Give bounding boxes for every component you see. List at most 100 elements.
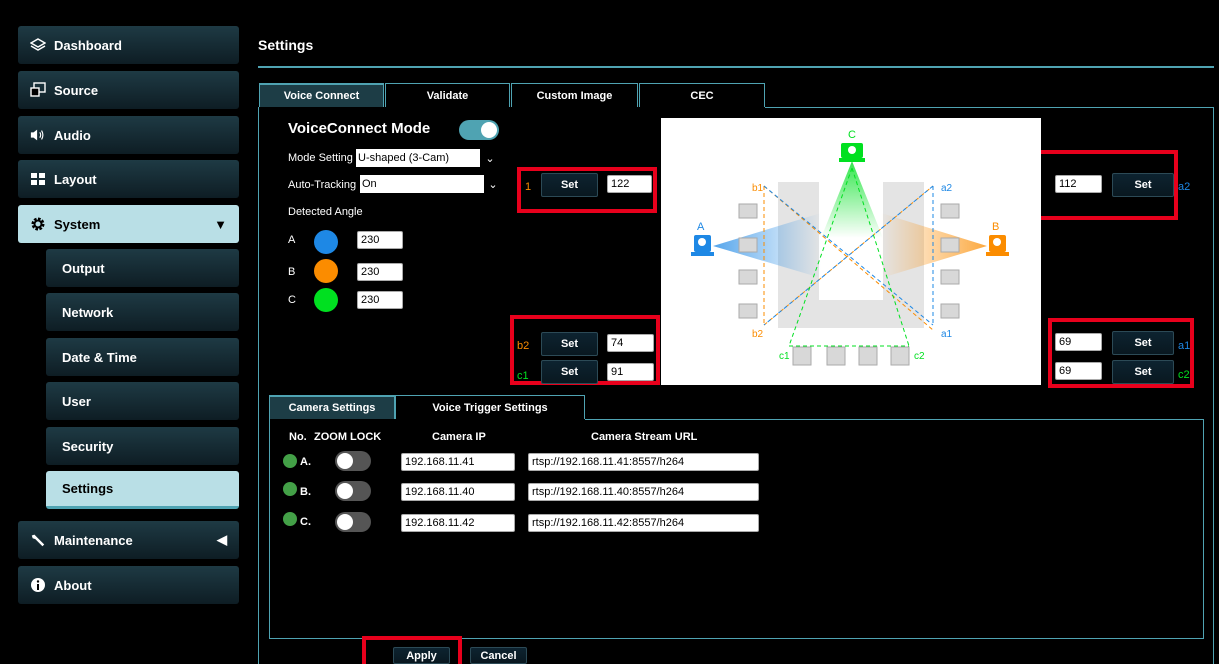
room-diagram: C A B b1 a2 b2 a1 c1 c2 — [661, 118, 1041, 385]
tab-validate[interactable]: Validate — [385, 83, 510, 107]
angle-a-input[interactable]: 230 — [357, 231, 403, 249]
apply-button[interactable]: Apply — [393, 647, 450, 664]
nav-system[interactable]: System ▼ — [18, 205, 239, 243]
camera-ip-input[interactable]: 192.168.11.41 — [401, 453, 515, 471]
angle-a-label: A — [288, 234, 296, 246]
status-dot — [283, 482, 297, 496]
a2-value-input[interactable]: 112 — [1055, 175, 1102, 193]
nav-audio[interactable]: Audio — [18, 116, 239, 154]
chevron-down-icon[interactable]: ⌄ — [481, 149, 499, 167]
nav-user-label: User — [62, 393, 91, 409]
tab-voice-connect[interactable]: Voice Connect — [259, 83, 384, 107]
set-b1-button[interactable]: Set — [541, 173, 598, 197]
tab-cec[interactable]: CEC — [639, 83, 765, 107]
auto-tracking-label: Auto-Tracking — [288, 179, 357, 191]
camera-b-icon — [986, 235, 1009, 256]
nav-network-label: Network — [62, 304, 114, 320]
nav-output-label: Output — [62, 260, 105, 276]
stream-url-input[interactable]: rtsp://192.168.11.40:8557/h264 — [528, 483, 759, 501]
status-dot — [283, 512, 297, 526]
panel-right-border — [1213, 107, 1214, 664]
nav-about-label: About — [54, 577, 92, 593]
col-stream-url: Camera Stream URL — [591, 431, 698, 443]
set-b2-button[interactable]: Set — [541, 332, 598, 356]
nav-security[interactable]: Security — [46, 427, 239, 465]
c1-value-input[interactable]: 91 — [607, 363, 654, 381]
row-id: A. — [300, 456, 311, 468]
subpanel-right — [1203, 419, 1204, 639]
voiceconnect-mode-title: VoiceConnect Mode — [288, 120, 431, 137]
stream-url-input[interactable]: rtsp://192.168.11.41:8557/h264 — [528, 453, 759, 471]
wrench-icon — [30, 532, 46, 548]
a2-label: a2 — [1178, 181, 1191, 193]
nav-maintenance[interactable]: Maintenance ◀ — [18, 521, 239, 559]
cancel-button[interactable]: Cancel — [470, 647, 527, 664]
camera-ip-input[interactable]: 192.168.11.42 — [401, 514, 515, 532]
cam-c-label: C — [848, 129, 856, 141]
b1-label: 1 — [525, 181, 532, 193]
voiceconnect-toggle[interactable] — [459, 120, 499, 140]
tab-line — [765, 107, 1214, 108]
nav-datetime[interactable]: Date & Time — [46, 338, 239, 376]
diag-b1-label: b1 — [752, 183, 764, 194]
set-a2-button[interactable]: Set — [1112, 173, 1174, 197]
nav-network[interactable]: Network — [46, 293, 239, 331]
angle-c-dot — [314, 288, 338, 312]
zoom-lock-toggle[interactable] — [335, 481, 371, 501]
gear-icon — [30, 216, 46, 232]
b2-label: b2 — [517, 340, 530, 352]
nav-source[interactable]: Source — [18, 71, 239, 109]
subpanel-left — [269, 419, 270, 639]
nav-layout-label: Layout — [54, 171, 97, 187]
a1-label: a1 — [1178, 340, 1191, 352]
layers-icon — [30, 37, 46, 53]
layout-icon — [30, 171, 46, 187]
nav-dashboard-label: Dashboard — [54, 37, 122, 53]
nav-settings-label: Settings — [62, 481, 114, 496]
diag-a2-label: a2 — [941, 183, 953, 194]
col-camera-ip: Camera IP — [432, 431, 486, 443]
stream-url-input[interactable]: rtsp://192.168.11.42:8557/h264 — [528, 514, 759, 532]
col-no: No. — [289, 431, 307, 443]
mode-setting-select[interactable]: U-shaped (3-Cam) — [356, 149, 480, 167]
nav-output[interactable]: Output — [46, 249, 239, 287]
nav-maintenance-label: Maintenance — [54, 532, 133, 548]
b2-value-input[interactable]: 74 — [607, 334, 654, 352]
caret-down-icon: ▼ — [214, 216, 227, 232]
tab-custom-image[interactable]: Custom Image — [511, 83, 638, 107]
subtab-voice-trigger[interactable]: Voice Trigger Settings — [395, 395, 585, 419]
angle-a-dot — [314, 230, 338, 254]
nav-source-label: Source — [54, 82, 99, 98]
camera-a-icon — [691, 235, 714, 256]
angle-b-label: B — [288, 266, 296, 278]
set-c1-button[interactable]: Set — [541, 360, 598, 384]
info-icon — [30, 577, 46, 593]
zoom-lock-toggle[interactable] — [335, 512, 371, 532]
camera-c-icon — [839, 143, 865, 162]
nav-user[interactable]: User — [46, 382, 239, 420]
subtab-camera-settings[interactable]: Camera Settings — [269, 395, 395, 419]
zoom-lock-toggle[interactable] — [335, 451, 371, 471]
nav-settings[interactable]: Settings — [46, 471, 239, 509]
c2-value-input[interactable]: 69 — [1055, 362, 1102, 380]
angle-c-label: C — [288, 294, 296, 306]
a1-value-input[interactable]: 69 — [1055, 333, 1102, 351]
row-id: C. — [300, 516, 311, 528]
set-a1-button[interactable]: Set — [1112, 331, 1174, 355]
camera-ip-input[interactable]: 192.168.11.40 — [401, 483, 515, 501]
detected-angle-label: Detected Angle — [288, 206, 363, 218]
set-c2-button[interactable]: Set — [1112, 360, 1174, 384]
nav-dashboard[interactable]: Dashboard — [18, 26, 239, 64]
auto-tracking-select[interactable]: On — [360, 175, 484, 193]
nav-about[interactable]: About — [18, 566, 239, 604]
diag-b2-label: b2 — [752, 329, 764, 340]
chevron-down-icon[interactable]: ⌄ — [484, 175, 502, 193]
angle-c-input[interactable]: 230 — [357, 291, 403, 309]
b1-value-input[interactable]: 122 — [607, 175, 652, 193]
c1-label: c1 — [517, 370, 529, 382]
angle-b-dot — [314, 259, 338, 283]
nav-layout[interactable]: Layout — [18, 160, 239, 198]
nav-datetime-label: Date & Time — [62, 349, 137, 365]
angle-b-input[interactable]: 230 — [357, 263, 403, 281]
subtab-line — [585, 419, 1203, 420]
